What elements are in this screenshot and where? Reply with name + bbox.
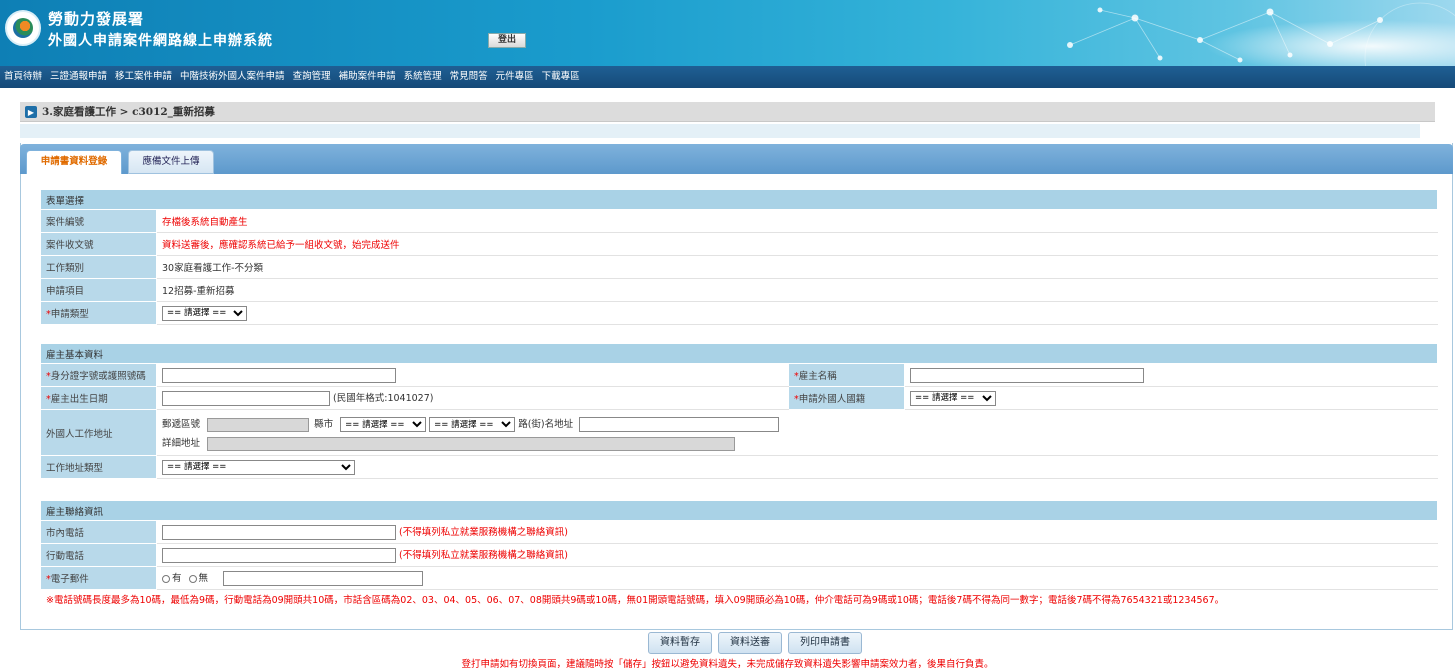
apply-item-value: 12招募-重新招募	[156, 278, 1438, 302]
menu-item-subsidy[interactable]: 補助案件申請	[335, 66, 400, 88]
menu-item-components[interactable]: 元件專區	[492, 66, 538, 88]
employer-id-label: *身分證字號或護照號碼	[40, 363, 157, 387]
breadcrumb: ▶ 3.家庭看護工作 > c3012_重新招募	[20, 102, 1435, 122]
email-cell: 有 無	[156, 566, 1438, 590]
print-application-button[interactable]: 列印申請書	[788, 632, 862, 654]
agency-name: 勞動力發展署	[48, 10, 145, 28]
address-line-1: 郵遞區號 縣市 == 請選擇 == == 請選擇 == 路(街)名地址	[162, 415, 1432, 434]
email-label: *電子郵件	[40, 566, 157, 590]
menu-item-three-cert[interactable]: 三證通報申請	[46, 66, 111, 88]
birth-format-hint: (民國年格式:1041027)	[333, 393, 434, 404]
employer-contact-table: 雇主聯絡資訊 市內電話 (不得填列私立就業服務機構之聯絡資訊) 行動電話 (不得…	[40, 500, 1438, 613]
divider-strip	[20, 124, 1420, 138]
menu-item-query[interactable]: 查詢管理	[289, 66, 335, 88]
email-yes-text: 有	[172, 573, 182, 584]
employer-basic-table: 雇主基本資料 *身分證字號或護照號碼 *雇主名稱 *雇主出生日期 (民國年格式:…	[40, 343, 1438, 479]
mobile-cell: (不得填列私立就業服務機構之聯絡資訊)	[156, 543, 1438, 567]
tab-document-upload[interactable]: 應備文件上傳	[128, 150, 214, 174]
email-input[interactable]	[223, 571, 424, 586]
employer-birth-label-text: 雇主出生日期	[50, 394, 108, 405]
tab-application-data[interactable]: 申請書資料登錄	[26, 150, 122, 174]
county-label: 縣市	[314, 419, 334, 430]
tel-input[interactable]	[162, 525, 396, 540]
logout-button[interactable]: 登出	[488, 33, 526, 48]
phone-rule-note: ※電話號碼長度最多為10碼，最低為9碼，行動電話為09開頭共10碼，市話含區碼為…	[40, 589, 1438, 613]
menu-item-mid-skill-case[interactable]: 中階技術外國人案件申請	[176, 66, 289, 88]
case-no-label: 案件編號	[40, 209, 157, 233]
email-yes-radio[interactable]: 有	[162, 570, 182, 584]
form-select-table: 表單選擇 案件編號 存檔後系統自動產生 案件收文號 資料送審後，應確認系統已給予…	[40, 189, 1438, 325]
employer-name-cell	[904, 363, 1438, 387]
email-no-radio[interactable]: 無	[188, 570, 209, 584]
work-address-cell: 郵遞區號 縣市 == 請選擇 == == 請選擇 == 路(街)名地址 詳細地址	[156, 409, 1438, 456]
receipt-no-label: 案件收文號	[40, 232, 157, 256]
menu-item-migrant-case[interactable]: 移工案件申請	[111, 66, 176, 88]
breadcrumb-text: 3.家庭看護工作 > c3012_重新招募	[42, 106, 215, 118]
zip-input[interactable]	[207, 417, 310, 432]
email-no-text: 無	[198, 573, 209, 584]
section-title-employer-basic: 雇主基本資料	[40, 343, 1438, 364]
apply-type-cell: == 請選擇 ==	[156, 301, 1438, 325]
nationality-label-text: 申請外國人國籍	[798, 394, 866, 405]
save-warning-footnote: 登打申請如有切換頁面，建議隨時按「儲存」按鈕以避免資料遺失，未完成儲存致資料遺失…	[461, 659, 994, 670]
radio-icon	[188, 574, 197, 583]
agency-logo-icon	[5, 10, 41, 46]
address-type-label: 工作地址類型	[40, 455, 157, 479]
arrow-right-icon: ▶	[25, 106, 37, 118]
nationality-label: *申請外國人國籍	[788, 386, 905, 410]
district-select[interactable]: == 請選擇 ==	[429, 417, 516, 432]
mobile-hint: (不得填列私立就業服務機構之聯絡資訊)	[399, 550, 568, 561]
employer-id-input[interactable]	[162, 367, 396, 383]
radio-icon	[162, 574, 170, 583]
employer-birth-input[interactable]	[162, 391, 330, 406]
nationality-cell: == 請選擇 ==	[904, 386, 1438, 410]
address-line-2: 詳細地址	[162, 434, 1432, 453]
main-menu: 首頁待辦 三證通報申請 移工案件申請 中階技術外國人案件申請 查詢管理 補助案件申請 系統管…	[0, 66, 1455, 88]
county-select[interactable]: == 請選擇 ==	[340, 417, 427, 432]
employer-id-cell	[156, 363, 789, 387]
road-label: 路(街)名地址	[518, 419, 574, 430]
detail-address-label: 詳細地址	[162, 438, 201, 449]
employer-name-label-text: 雇主名稱	[798, 371, 837, 382]
road-input[interactable]	[579, 417, 780, 432]
zip-label: 郵遞區號	[162, 419, 201, 430]
work-address-label: 外國人工作地址	[40, 409, 157, 456]
header-banner: 勞動力發展署 外國人申請案件網路線上申辦系統 登出	[0, 0, 1455, 66]
nationality-select[interactable]: == 請選擇 ==	[910, 390, 996, 406]
mobile-input[interactable]	[162, 548, 396, 563]
section-title-form-select: 表單選擇	[40, 189, 1438, 210]
menu-item-home-todo[interactable]: 首頁待辦	[0, 66, 46, 88]
menu-item-downloads[interactable]: 下載專區	[538, 66, 584, 88]
job-type-value: 30家庭看護工作-不分類	[156, 255, 1438, 279]
system-name: 外國人申請案件網路線上申辦系統	[48, 33, 273, 49]
email-label-text: 電子郵件	[50, 574, 89, 585]
employer-name-input[interactable]	[910, 367, 1144, 383]
apply-type-select[interactable]: == 請選擇 ==	[162, 305, 247, 321]
address-type-select[interactable]: == 請選擇 ==	[162, 459, 355, 475]
employer-id-label-text: 身分證字號或護照號碼	[50, 371, 146, 382]
address-type-cell: == 請選擇 ==	[156, 455, 1438, 479]
apply-type-label: *申請類型	[40, 301, 157, 325]
employer-name-label: *雇主名稱	[788, 363, 905, 387]
employer-birth-cell: (民國年格式:1041027)	[156, 386, 789, 410]
tel-label: 市內電話	[40, 520, 157, 544]
job-type-label: 工作類別	[40, 255, 157, 279]
tel-hint: (不得填列私立就業服務機構之聯絡資訊)	[399, 527, 568, 538]
detail-address-input[interactable]	[207, 436, 736, 451]
employer-birth-label: *雇主出生日期	[40, 386, 157, 410]
network-graphic	[1040, 0, 1455, 66]
submit-review-button[interactable]: 資料送審	[718, 632, 782, 654]
menu-item-system[interactable]: 系統管理	[400, 66, 446, 88]
menu-item-faq[interactable]: 常見問答	[446, 66, 492, 88]
mobile-label: 行動電話	[40, 543, 157, 567]
apply-item-label: 申請項目	[40, 278, 157, 302]
section-title-employer-contact: 雇主聯絡資訊	[40, 500, 1438, 521]
apply-type-label-text: 申請類型	[50, 309, 89, 320]
tel-cell: (不得填列私立就業服務機構之聯絡資訊)	[156, 520, 1438, 544]
case-no-value: 存檔後系統自動產生	[156, 209, 1438, 233]
receipt-no-value: 資料送審後，應確認系統已給予一組收文號，始完成送件	[156, 232, 1438, 256]
tab-bar: 申請書資料登錄 應備文件上傳	[20, 144, 1453, 174]
save-draft-button[interactable]: 資料暫存	[648, 632, 712, 654]
